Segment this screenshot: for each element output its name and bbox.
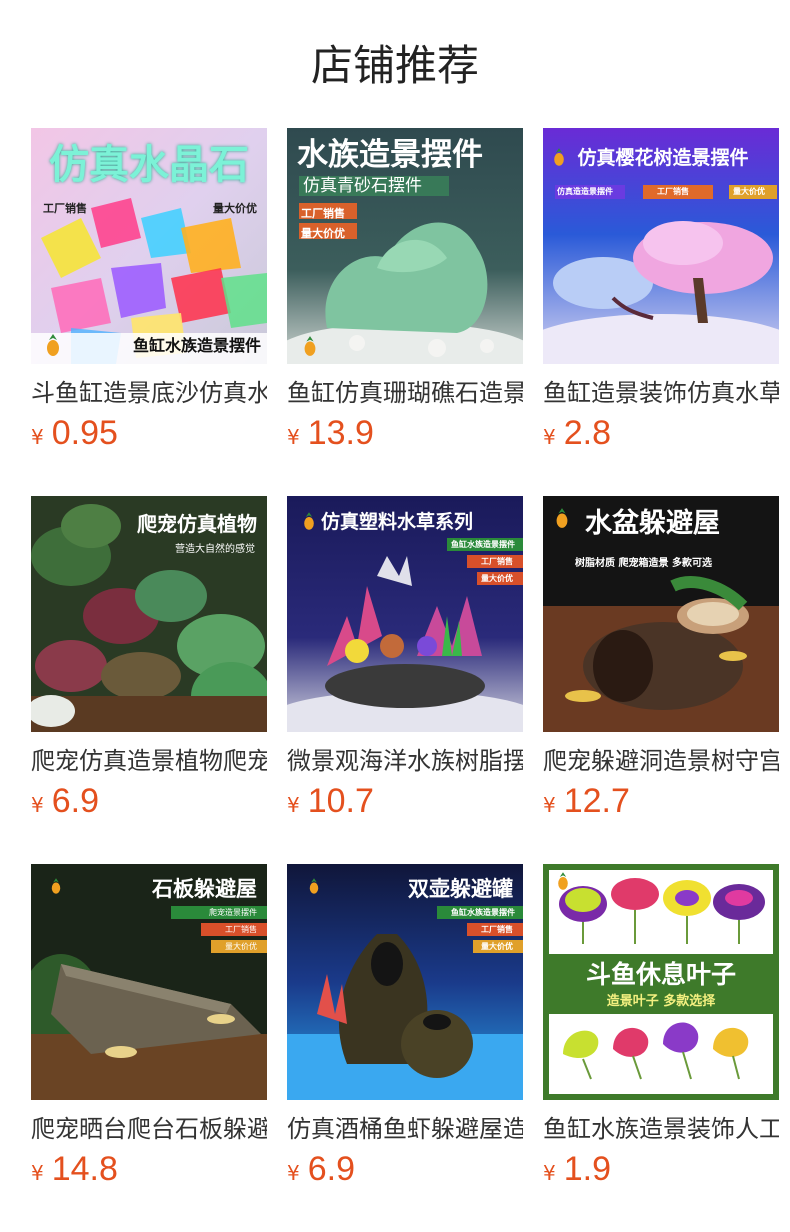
image-headline: 斗鱼休息叶子 — [585, 960, 736, 989]
page-title: 店铺推荐 — [310, 41, 479, 90]
product-card[interactable]: 水盆躲避屋 树脂材质 爬宠箱造景 多款可选 爬宠躲避洞造景树守宫 ¥12.7 — [543, 496, 779, 864]
product-card[interactable]: 仿真水晶石 工厂销售 量大价优 鱼缸水族造景摆件 斗鱼缸造景底沙仿真水晶石 ¥0… — [31, 128, 267, 496]
image-tag: 工厂销售 — [301, 207, 345, 220]
image-tag: 量大价优 — [481, 574, 513, 583]
product-image[interactable]: 水盆躲避屋 树脂材质 爬宠箱造景 多款可选 — [543, 496, 779, 732]
product-price: ¥6.9 — [287, 1150, 523, 1189]
product-name[interactable]: 爬宠躲避洞造景树守宫 — [543, 746, 779, 776]
product-name[interactable]: 斗鱼缸造景底沙仿真水晶石 — [31, 378, 267, 408]
image-headline: 石板躲避屋 — [152, 877, 257, 901]
image-headline: 仿真水晶石 — [49, 142, 249, 188]
price-amount: 2.8 — [563, 414, 611, 452]
image-tag: 量大价优 — [301, 227, 345, 240]
image-tag: 量大价优 — [213, 202, 257, 215]
currency-symbol: ¥ — [31, 425, 44, 449]
product-price: ¥10.7 — [287, 782, 523, 821]
product-name[interactable]: 鱼缸造景装饰仿真水草樱花树 — [543, 378, 779, 408]
product-image[interactable]: 石板躲避屋 爬宠造景摆件 工厂销售 量大价优 — [31, 864, 267, 1100]
image-tag: 工厂销售 — [225, 925, 257, 934]
product-name[interactable]: 鱼缸水族造景装饰人工叶子 — [543, 1114, 779, 1144]
product-name[interactable]: 爬宠仿真造景植物爬宠箱 — [31, 746, 267, 776]
product-price: ¥13.9 — [287, 414, 523, 453]
currency-symbol: ¥ — [287, 425, 300, 449]
product-price: ¥1.9 — [543, 1150, 779, 1189]
product-card[interactable]: 水族造景摆件 仿真青砂石摆件 工厂销售 量大价优 鱼缸仿真珊瑚礁石造景摆件 ¥1… — [287, 128, 523, 496]
product-price: ¥6.9 — [31, 782, 267, 821]
product-image[interactable]: 爬宠仿真植物 营造大自然的感觉 — [31, 496, 267, 732]
currency-symbol: ¥ — [543, 425, 556, 449]
product-card[interactable]: 石板躲避屋 爬宠造景摆件 工厂销售 量大价优 爬宠晒台爬台石板躲避屋 ¥14.8 — [31, 864, 267, 1232]
price-amount: 14.8 — [51, 1150, 118, 1188]
product-card[interactable]: 仿真樱花树造景摆件 仿真造造景摆件 工厂销售 量大价优 鱼缸造景装饰仿真水草樱花… — [543, 128, 779, 496]
currency-symbol: ¥ — [31, 1161, 44, 1185]
product-name[interactable]: 仿真酒桶鱼虾躲避屋造景 — [287, 1114, 523, 1144]
image-tag: 量大价优 — [733, 187, 765, 196]
pineapple-logo-icon — [551, 148, 567, 166]
product-name[interactable]: 鱼缸仿真珊瑚礁石造景摆件 — [287, 378, 523, 408]
price-amount: 6.9 — [51, 782, 99, 820]
pineapple-logo-icon — [301, 512, 317, 530]
product-name[interactable]: 微景观海洋水族树脂摆件 — [287, 746, 523, 776]
price-amount: 1.9 — [563, 1150, 611, 1188]
price-amount: 10.7 — [307, 782, 374, 820]
pineapple-logo-icon — [49, 878, 63, 894]
image-subline: 树脂材质 爬宠箱造景 多款可选 — [575, 558, 712, 569]
image-tag: 鱼缸水族造景摆件 — [451, 540, 515, 549]
pineapple-logo-icon — [555, 872, 571, 890]
product-price: ¥12.7 — [543, 782, 779, 821]
image-headline: 仿真樱花树造景摆件 — [577, 147, 749, 169]
product-name[interactable]: 爬宠晒台爬台石板躲避屋 — [31, 1114, 267, 1144]
image-footer: 鱼缸水族造景摆件 — [132, 336, 261, 355]
image-tag: 工厂销售 — [481, 557, 513, 566]
product-card[interactable]: 斗鱼休息叶子 造景叶子 多款选择 鱼缸水族造景装饰人工叶子 ¥1.9 — [543, 864, 779, 1232]
currency-symbol: ¥ — [543, 1161, 556, 1185]
product-image[interactable]: 仿真塑料水草系列 鱼缸水族造景摆件 工厂销售 量大价优 — [287, 496, 523, 732]
product-card[interactable]: 仿真塑料水草系列 鱼缸水族造景摆件 工厂销售 量大价优 微景观海洋水族树脂摆件 … — [287, 496, 523, 864]
image-headline: 双壶躲避罐 — [408, 877, 513, 901]
price-amount: 0.95 — [51, 414, 118, 452]
image-tag: 工厂销售 — [657, 187, 689, 196]
product-image[interactable]: 仿真水晶石 工厂销售 量大价优 鱼缸水族造景摆件 — [31, 128, 267, 364]
price-amount: 12.7 — [563, 782, 630, 820]
pineapple-logo-icon — [307, 878, 321, 894]
currency-symbol: ¥ — [543, 793, 556, 817]
image-tag: 工厂销售 — [481, 925, 513, 934]
currency-symbol: ¥ — [287, 1161, 300, 1185]
image-headline: 水盆躲避屋 — [585, 508, 720, 539]
product-card[interactable]: 爬宠仿真植物 营造大自然的感觉 爬宠仿真造景植物爬宠箱 ¥6.9 — [31, 496, 267, 864]
image-tag: 爬宠造景摆件 — [209, 908, 257, 917]
product-price: ¥2.8 — [543, 414, 779, 453]
price-amount: 6.9 — [307, 1150, 355, 1188]
pineapple-logo-icon — [43, 334, 63, 356]
price-amount: 13.9 — [307, 414, 374, 452]
image-subline: 营造大自然的感觉 — [175, 544, 255, 555]
image-subline: 造景叶子 多款选择 — [606, 994, 716, 1009]
pineapple-logo-icon — [553, 508, 571, 528]
pineapple-logo-icon — [301, 336, 319, 356]
image-headline: 爬宠仿真植物 — [137, 512, 257, 536]
product-image[interactable]: 斗鱼休息叶子 造景叶子 多款选择 — [543, 864, 779, 1100]
product-price: ¥14.8 — [31, 1150, 267, 1189]
image-headline: 水族造景摆件 — [297, 137, 483, 173]
currency-symbol: ¥ — [287, 793, 300, 817]
currency-symbol: ¥ — [31, 793, 44, 817]
image-tag: 量大价优 — [481, 942, 513, 951]
image-subline: 仿真青砂石摆件 — [303, 176, 422, 196]
image-tag: 量大价优 — [225, 942, 257, 951]
product-price: ¥0.95 — [31, 414, 267, 453]
image-tag: 鱼缸水族造景摆件 — [451, 908, 515, 917]
product-image[interactable]: 双壶躲避罐 鱼缸水族造景摆件 工厂销售 量大价优 — [287, 864, 523, 1100]
product-card[interactable]: 双壶躲避罐 鱼缸水族造景摆件 工厂销售 量大价优 仿真酒桶鱼虾躲避屋造景 ¥6.… — [287, 864, 523, 1232]
image-tag: 仿真造造景摆件 — [557, 187, 613, 196]
image-headline: 仿真塑料水草系列 — [321, 511, 474, 533]
image-tag: 工厂销售 — [43, 202, 87, 215]
product-image[interactable]: 水族造景摆件 仿真青砂石摆件 工厂销售 量大价优 — [287, 128, 523, 364]
product-image[interactable]: 仿真樱花树造景摆件 仿真造造景摆件 工厂销售 量大价优 — [543, 128, 779, 364]
product-grid: 仿真水晶石 工厂销售 量大价优 鱼缸水族造景摆件 斗鱼缸造景底沙仿真水晶石 ¥0… — [31, 128, 779, 1232]
